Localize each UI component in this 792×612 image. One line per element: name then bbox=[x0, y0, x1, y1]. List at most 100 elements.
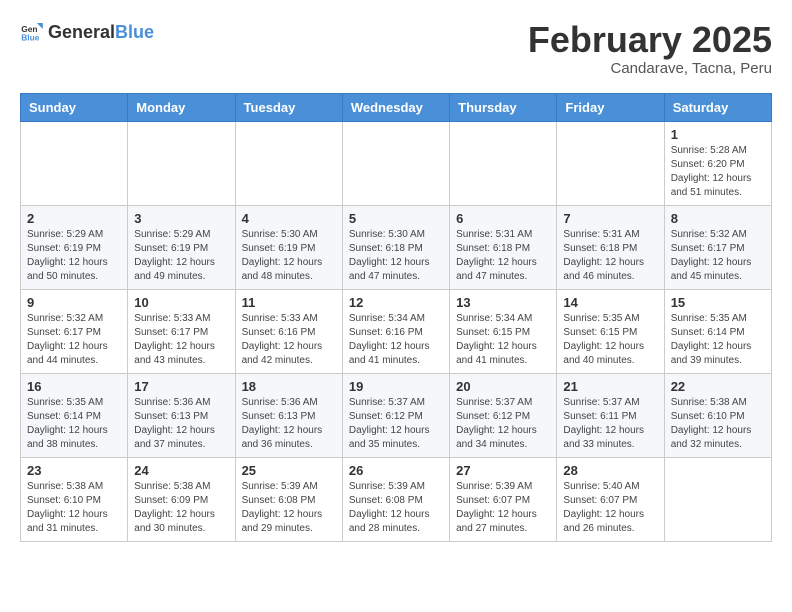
week-row-5: 23 Sunrise: 5:38 AM Sunset: 6:10 PM Dayli… bbox=[21, 457, 772, 541]
day-info: Sunrise: 5:39 AM Sunset: 6:08 PM Dayligh… bbox=[349, 480, 443, 536]
weekday-header-tuesday: Tuesday bbox=[235, 93, 342, 121]
calendar-cell bbox=[342, 121, 449, 205]
day-number: 8 bbox=[671, 211, 765, 226]
day-info: Sunrise: 5:38 AM Sunset: 6:09 PM Dayligh… bbox=[134, 480, 228, 536]
calendar-cell: 24 Sunrise: 5:38 AM Sunset: 6:09 PM Dayli… bbox=[128, 457, 235, 541]
calendar-cell bbox=[664, 457, 771, 541]
day-number: 5 bbox=[349, 211, 443, 226]
calendar-cell: 15Sunrise: 5:35 AM Sunset: 6:14 PM Dayli… bbox=[664, 289, 771, 373]
calendar-cell: 4 Sunrise: 5:30 AM Sunset: 6:19 PM Daylig… bbox=[235, 205, 342, 289]
calendar-cell: 10 Sunrise: 5:33 AM Sunset: 6:17 PM Dayli… bbox=[128, 289, 235, 373]
day-info: Sunrise: 5:38 AM Sunset: 6:10 PM Dayligh… bbox=[27, 480, 121, 536]
title-area: February 2025 Candarave, Tacna, Peru bbox=[528, 20, 772, 77]
header: Gen Blue GeneralBlue February 2025 Canda… bbox=[20, 20, 772, 77]
calendar-table: SundayMondayTuesdayWednesdayThursdayFrid… bbox=[20, 93, 772, 542]
day-info: Sunrise: 5:34 AM Sunset: 6:15 PM Dayligh… bbox=[456, 312, 550, 368]
calendar-cell bbox=[450, 121, 557, 205]
calendar-cell: 28 Sunrise: 5:40 AM Sunset: 6:07 PM Dayli… bbox=[557, 457, 664, 541]
day-number: 3 bbox=[134, 211, 228, 226]
day-info: Sunrise: 5:33 AM Sunset: 6:17 PM Dayligh… bbox=[134, 312, 228, 368]
day-info: Sunrise: 5:34 AM Sunset: 6:16 PM Dayligh… bbox=[349, 312, 443, 368]
svg-text:Blue: Blue bbox=[21, 32, 40, 42]
day-number: 10 bbox=[134, 295, 228, 310]
calendar-cell: 21Sunrise: 5:37 AM Sunset: 6:11 PM Dayli… bbox=[557, 373, 664, 457]
calendar-cell: 1 Sunrise: 5:28 AM Sunset: 6:20 PM Daylig… bbox=[664, 121, 771, 205]
day-number: 14 bbox=[563, 295, 657, 310]
day-number: 28 bbox=[563, 463, 657, 478]
week-row-1: 1 Sunrise: 5:28 AM Sunset: 6:20 PM Daylig… bbox=[21, 121, 772, 205]
calendar-cell: 8 Sunrise: 5:32 AM Sunset: 6:17 PM Daylig… bbox=[664, 205, 771, 289]
calendar-cell bbox=[128, 121, 235, 205]
weekday-header-thursday: Thursday bbox=[450, 93, 557, 121]
calendar-cell: 7 Sunrise: 5:31 AM Sunset: 6:18 PM Daylig… bbox=[557, 205, 664, 289]
logo-icon: Gen Blue bbox=[20, 20, 44, 44]
day-info: Sunrise: 5:28 AM Sunset: 6:20 PM Dayligh… bbox=[671, 144, 765, 200]
day-number: 24 bbox=[134, 463, 228, 478]
calendar-cell: 12Sunrise: 5:34 AM Sunset: 6:16 PM Dayli… bbox=[342, 289, 449, 373]
calendar-cell: 9 Sunrise: 5:32 AM Sunset: 6:17 PM Daylig… bbox=[21, 289, 128, 373]
weekday-header-monday: Monday bbox=[128, 93, 235, 121]
day-info: Sunrise: 5:31 AM Sunset: 6:18 PM Dayligh… bbox=[563, 228, 657, 284]
calendar-cell: 23 Sunrise: 5:38 AM Sunset: 6:10 PM Dayli… bbox=[21, 457, 128, 541]
calendar-title: February 2025 bbox=[528, 20, 772, 60]
day-info: Sunrise: 5:35 AM Sunset: 6:14 PM Dayligh… bbox=[671, 312, 765, 368]
day-info: Sunrise: 5:35 AM Sunset: 6:14 PM Dayligh… bbox=[27, 396, 121, 452]
day-info: Sunrise: 5:36 AM Sunset: 6:13 PM Dayligh… bbox=[134, 396, 228, 452]
calendar-cell: 11Sunrise: 5:33 AM Sunset: 6:16 PM Dayli… bbox=[235, 289, 342, 373]
day-number: 2 bbox=[27, 211, 121, 226]
day-info: Sunrise: 5:37 AM Sunset: 6:12 PM Dayligh… bbox=[349, 396, 443, 452]
day-number: 20 bbox=[456, 379, 550, 394]
weekday-header-saturday: Saturday bbox=[664, 93, 771, 121]
day-info: Sunrise: 5:40 AM Sunset: 6:07 PM Dayligh… bbox=[563, 480, 657, 536]
day-number: 25 bbox=[242, 463, 336, 478]
calendar-cell: 22 Sunrise: 5:38 AM Sunset: 6:10 PM Dayli… bbox=[664, 373, 771, 457]
logo-blue: Blue bbox=[115, 22, 154, 42]
calendar-cell: 17 Sunrise: 5:36 AM Sunset: 6:13 PM Dayli… bbox=[128, 373, 235, 457]
day-info: Sunrise: 5:30 AM Sunset: 6:18 PM Dayligh… bbox=[349, 228, 443, 284]
day-number: 1 bbox=[671, 127, 765, 142]
calendar-cell: 5 Sunrise: 5:30 AM Sunset: 6:18 PM Daylig… bbox=[342, 205, 449, 289]
day-info: Sunrise: 5:39 AM Sunset: 6:08 PM Dayligh… bbox=[242, 480, 336, 536]
calendar-cell: 18 Sunrise: 5:36 AM Sunset: 6:13 PM Dayli… bbox=[235, 373, 342, 457]
day-info: Sunrise: 5:35 AM Sunset: 6:15 PM Dayligh… bbox=[563, 312, 657, 368]
weekday-header-wednesday: Wednesday bbox=[342, 93, 449, 121]
day-info: Sunrise: 5:30 AM Sunset: 6:19 PM Dayligh… bbox=[242, 228, 336, 284]
day-number: 18 bbox=[242, 379, 336, 394]
day-number: 16 bbox=[27, 379, 121, 394]
week-row-3: 9 Sunrise: 5:32 AM Sunset: 6:17 PM Daylig… bbox=[21, 289, 772, 373]
day-number: 22 bbox=[671, 379, 765, 394]
day-number: 6 bbox=[456, 211, 550, 226]
day-info: Sunrise: 5:29 AM Sunset: 6:19 PM Dayligh… bbox=[134, 228, 228, 284]
weekday-header-sunday: Sunday bbox=[21, 93, 128, 121]
logo-general: General bbox=[48, 22, 115, 42]
calendar-cell: 26 Sunrise: 5:39 AM Sunset: 6:08 PM Dayli… bbox=[342, 457, 449, 541]
day-info: Sunrise: 5:36 AM Sunset: 6:13 PM Dayligh… bbox=[242, 396, 336, 452]
day-number: 26 bbox=[349, 463, 443, 478]
calendar-cell: 13 Sunrise: 5:34 AM Sunset: 6:15 PM Dayli… bbox=[450, 289, 557, 373]
day-info: Sunrise: 5:32 AM Sunset: 6:17 PM Dayligh… bbox=[27, 312, 121, 368]
calendar-cell: 14 Sunrise: 5:35 AM Sunset: 6:15 PM Dayli… bbox=[557, 289, 664, 373]
day-number: 11 bbox=[242, 295, 336, 310]
calendar-cell: 16 Sunrise: 5:35 AM Sunset: 6:14 PM Dayli… bbox=[21, 373, 128, 457]
day-number: 13 bbox=[456, 295, 550, 310]
weekday-header-friday: Friday bbox=[557, 93, 664, 121]
calendar-cell: 25 Sunrise: 5:39 AM Sunset: 6:08 PM Dayli… bbox=[235, 457, 342, 541]
day-number: 17 bbox=[134, 379, 228, 394]
week-row-4: 16 Sunrise: 5:35 AM Sunset: 6:14 PM Dayli… bbox=[21, 373, 772, 457]
day-info: Sunrise: 5:31 AM Sunset: 6:18 PM Dayligh… bbox=[456, 228, 550, 284]
calendar-cell: 6 Sunrise: 5:31 AM Sunset: 6:18 PM Daylig… bbox=[450, 205, 557, 289]
day-number: 4 bbox=[242, 211, 336, 226]
day-number: 21 bbox=[563, 379, 657, 394]
day-number: 7 bbox=[563, 211, 657, 226]
weekday-header-row: SundayMondayTuesdayWednesdayThursdayFrid… bbox=[21, 93, 772, 121]
calendar-subtitle: Candarave, Tacna, Peru bbox=[528, 60, 772, 77]
calendar-cell bbox=[235, 121, 342, 205]
day-info: Sunrise: 5:38 AM Sunset: 6:10 PM Dayligh… bbox=[671, 396, 765, 452]
week-row-2: 2 Sunrise: 5:29 AM Sunset: 6:19 PM Daylig… bbox=[21, 205, 772, 289]
day-number: 23 bbox=[27, 463, 121, 478]
day-info: Sunrise: 5:39 AM Sunset: 6:07 PM Dayligh… bbox=[456, 480, 550, 536]
day-info: Sunrise: 5:32 AM Sunset: 6:17 PM Dayligh… bbox=[671, 228, 765, 284]
day-number: 19 bbox=[349, 379, 443, 394]
day-number: 9 bbox=[27, 295, 121, 310]
calendar-cell: 3 Sunrise: 5:29 AM Sunset: 6:19 PM Daylig… bbox=[128, 205, 235, 289]
